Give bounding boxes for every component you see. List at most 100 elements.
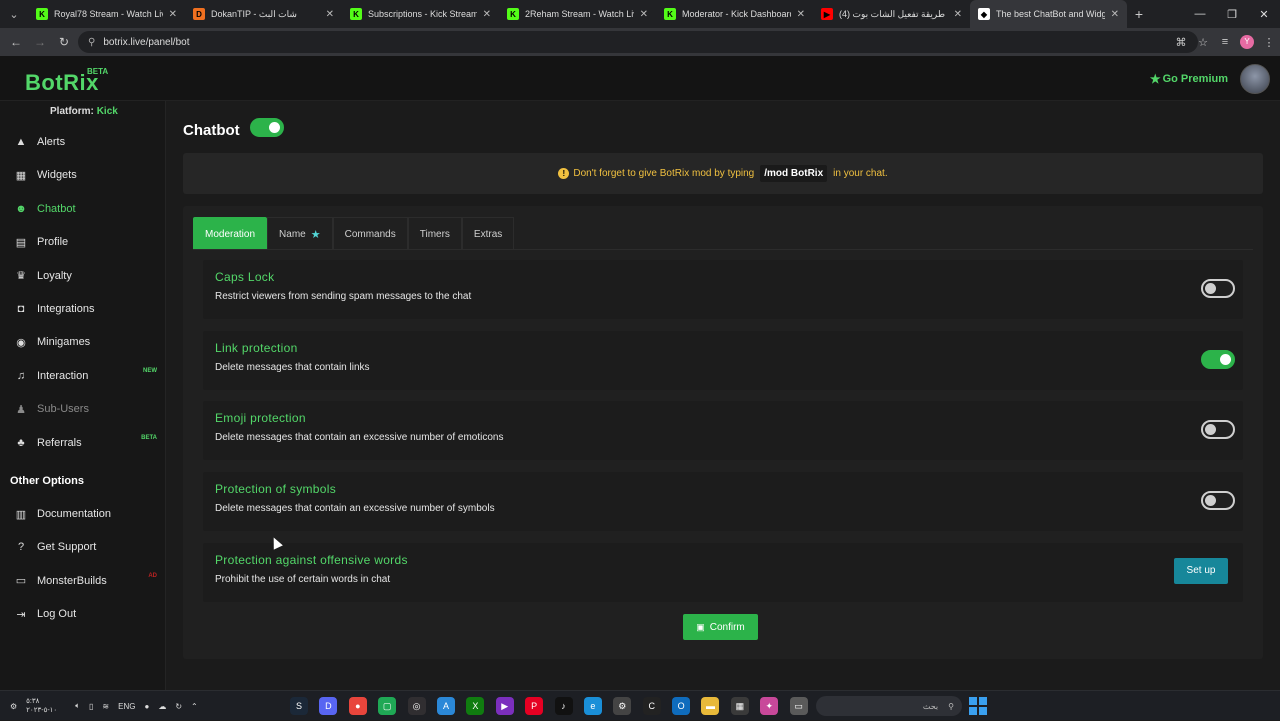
battery-icon[interactable]: ▯ [89, 702, 93, 711]
tab-name[interactable]: Name ★ [267, 217, 333, 250]
translate-icon[interactable]: ⌘ [1170, 36, 1192, 49]
pinterest-icon[interactable]: P [525, 697, 544, 715]
window-app-icon[interactable]: ▭ [789, 697, 808, 715]
sidebar-item-label: Alerts [37, 136, 66, 148]
clock[interactable]: ٥:٣٨ ١٠-٥-٢٠٢٣ [26, 697, 66, 715]
tray-chevron-icon[interactable]: ⌃ [191, 702, 198, 711]
tab-commands[interactable]: Commands [332, 217, 408, 250]
sidebar-item-integrations[interactable]: ◘ Integrations [0, 294, 166, 324]
user-avatar[interactable] [1240, 64, 1270, 94]
sidebar-item-alerts[interactable]: ▲ Alerts [0, 127, 166, 157]
file-explorer-icon[interactable]: ▬ [701, 697, 720, 715]
settings-tray-icon[interactable]: ⚙ [10, 702, 17, 711]
profile-avatar[interactable]: Y [1240, 35, 1254, 49]
obs-icon[interactable]: ◎ [407, 697, 426, 715]
tab-close-icon[interactable]: ✕ [483, 9, 491, 20]
sidebar-item-referrals[interactable]: ♣ Referrals BETA [0, 428, 166, 458]
language-indicator[interactable]: ENG [118, 702, 135, 711]
toggle-knob [1205, 495, 1216, 507]
browser-tab-title: DokanTIP - شات البث [211, 8, 297, 19]
go-premium-button[interactable]: ★ Go Premium [1150, 72, 1228, 86]
setting-toggle[interactable] [1201, 491, 1235, 511]
setting-title: Emoji protection [215, 411, 306, 426]
browser-tab[interactable]: ▶ (4) شرح طريقة تفعيل الشات بوت ✕ [813, 0, 970, 28]
tab-search-icon[interactable]: ⌄ [0, 0, 28, 28]
minimize-icon[interactable]: — [1184, 0, 1216, 28]
sidebar-item-profile[interactable]: ▤ Profile [0, 227, 166, 257]
sidebar-item-chatbot[interactable]: ☻ Chatbot [0, 194, 166, 224]
gamepad-icon: ◉ [16, 336, 26, 349]
tab-extras[interactable]: Extras [461, 217, 515, 250]
browser-tab[interactable]: K Royal78 Stream - Watch Live o ✕ [28, 0, 185, 28]
calculator-icon[interactable]: ▦ [730, 697, 749, 715]
start-button[interactable] [969, 697, 987, 715]
tab-close-icon[interactable]: ✕ [797, 9, 805, 20]
tab-close-icon[interactable]: ✕ [326, 9, 334, 20]
other-options-title: Other Options [10, 475, 84, 487]
setting-toggle[interactable] [1201, 279, 1235, 298]
wifi-icon[interactable]: ≋ [102, 702, 109, 711]
system-tray: ⚙ ٥:٣٨ ١٠-٥-٢٠٢٣ 🔈︎ ▯ ≋ ENG ● ☁ ↻ ⌃ [10, 691, 207, 721]
browser-tab[interactable]: K 2Reham Stream - Watch Live o ✕ [499, 0, 656, 28]
sidebar-item-minigames[interactable]: ◉ Minigames [0, 327, 166, 357]
discord-app-icon[interactable]: D [319, 697, 338, 715]
setup-button[interactable]: Set up [1174, 557, 1228, 584]
microphone-icon[interactable]: ● [144, 702, 149, 711]
xbox-icon[interactable]: X [466, 697, 485, 715]
cloud-icon[interactable]: ☁ [158, 702, 166, 711]
moderation-row: Protection against offensive words Prohib… [203, 542, 1243, 602]
new-tab-button[interactable]: + [1127, 6, 1151, 22]
sidebar-item-widgets[interactable]: ▦ Widgets [0, 160, 166, 190]
save-icon: ▣ [696, 621, 705, 632]
sync-icon[interactable]: ↻ [175, 702, 182, 711]
browser-tab[interactable]: ◆ The best ChatBot and Widgets ✕ [970, 0, 1127, 28]
tab-close-icon[interactable]: ✕ [954, 9, 962, 20]
sidebar-item-interaction[interactable]: ♫ Interaction NEW [0, 361, 166, 391]
sidebar-item-log-out[interactable]: ⇥ Log Out [0, 599, 166, 629]
back-icon[interactable]: ← [4, 35, 28, 49]
address-bar[interactable]: ⚲ botrix.live/panel/bot [78, 31, 1198, 53]
tab-close-icon[interactable]: ✕ [1111, 9, 1119, 20]
sidebar-item-loyalty[interactable]: ♛ Loyalty [0, 261, 166, 291]
outlook-icon[interactable]: O [672, 697, 691, 715]
setting-toggle[interactable] [1201, 420, 1235, 440]
sidebar-item-get-support[interactable]: ? Get Support [0, 532, 166, 562]
tab-close-icon[interactable]: ✕ [169, 9, 177, 20]
sidebar-item-documentation[interactable]: ▥ Documentation [0, 499, 166, 529]
ms-store-icon[interactable]: A [436, 697, 455, 715]
volume-icon[interactable]: 🔈︎ [75, 701, 80, 711]
edge-icon[interactable]: e [583, 697, 602, 715]
warning-icon: ▲ [15, 136, 27, 148]
browser-tab[interactable]: K Moderator - Kick Dashboard ✕ [656, 0, 813, 28]
confirm-button[interactable]: ▣ Confirm [683, 614, 758, 640]
tab-label: Extras [473, 228, 503, 240]
settings-app-icon[interactable]: ⚙ [613, 697, 632, 715]
tab-close-icon[interactable]: ✕ [640, 9, 648, 20]
media-app-icon[interactable]: ▶ [495, 697, 514, 715]
close-window-icon[interactable]: ✕ [1248, 0, 1280, 28]
chrome-icon[interactable]: ● [348, 697, 367, 715]
browser-tab[interactable]: D DokanTIP - شات البث ✕ [185, 0, 342, 28]
sidebar-item-label: Integrations [37, 303, 95, 315]
setting-toggle[interactable] [1201, 349, 1235, 369]
sidebar-item-sub-users[interactable]: ♟ Sub-Users [0, 394, 166, 424]
tab-timers[interactable]: Timers [407, 217, 462, 250]
site-info-icon[interactable]: ⚲ [88, 37, 95, 48]
tab-moderation[interactable]: Moderation [193, 217, 268, 250]
browser-tab[interactable]: K Subscriptions - Kick Streaming ✕ [342, 0, 499, 28]
bookmark-star-icon[interactable]: ☆ [1192, 36, 1214, 49]
reading-list-icon[interactable]: ≡ [1214, 36, 1236, 48]
sidebar-item-monsterbuilds[interactable]: ▭ MonsterBuilds AD [0, 566, 166, 596]
reload-icon[interactable]: ↻ [52, 35, 76, 49]
forward-icon[interactable]: → [28, 35, 52, 49]
restore-icon[interactable]: ❐ [1216, 0, 1248, 28]
capcut-icon[interactable]: C [642, 697, 661, 715]
taskbar-search[interactable]: بحث ⚲ [816, 696, 962, 716]
tiktok-icon[interactable]: ♪ [554, 697, 573, 715]
steam-icon[interactable]: S [290, 697, 308, 715]
browser-toolbar: ← → ↻ ⚲ botrix.live/panel/bot ⌘ ☆ ≡ Y ⋮ [0, 28, 1280, 56]
chat-app-icon[interactable]: ▢ [378, 697, 397, 715]
chatbot-enable-toggle[interactable] [250, 118, 284, 137]
copilot-icon[interactable]: ✦ [760, 697, 779, 715]
browser-menu-icon[interactable]: ⋮ [1258, 36, 1280, 49]
